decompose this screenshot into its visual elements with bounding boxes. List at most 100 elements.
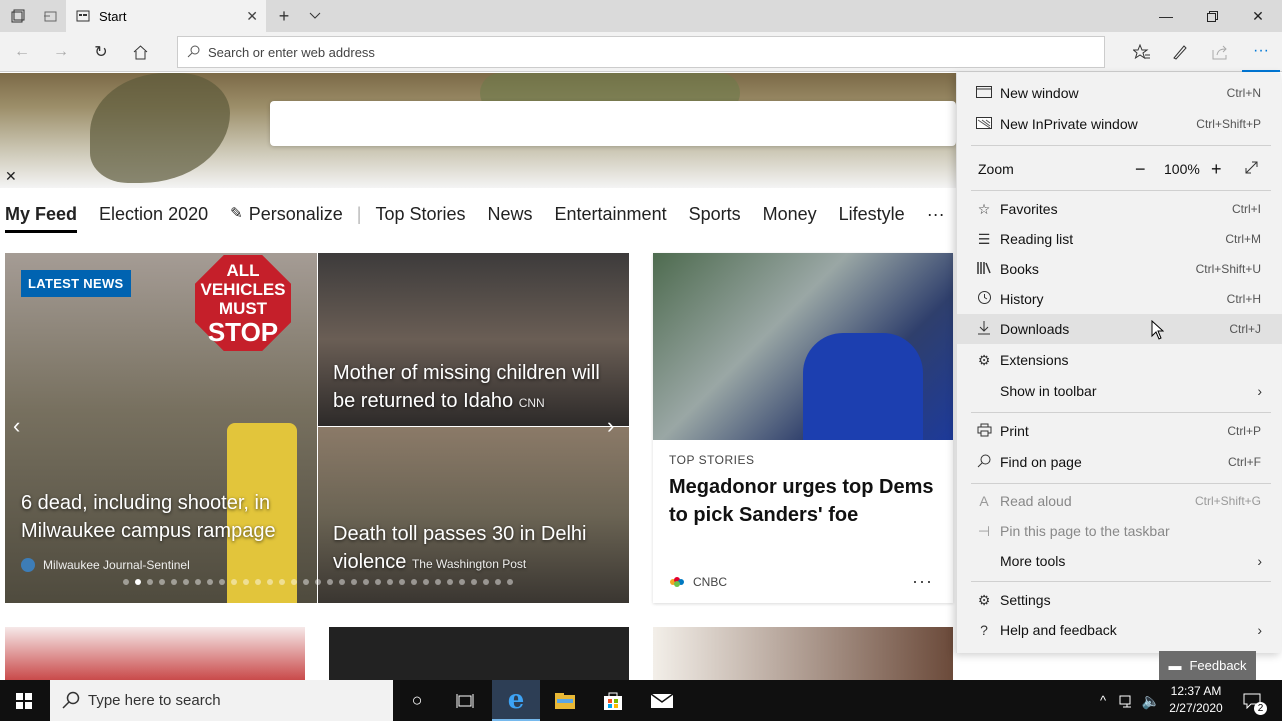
tab-preview-chevron-icon[interactable] — [303, 0, 327, 32]
menu-settings[interactable]: ⚙ Settings — [957, 585, 1282, 615]
bottom-tile-3[interactable] — [653, 627, 953, 680]
menu-help-and-feedback[interactable]: ? Help and feedback › — [957, 615, 1282, 645]
carousel-dot[interactable] — [339, 579, 345, 585]
story-1-title[interactable]: 6 dead, including shooter, in Milwaukee … — [21, 489, 311, 545]
carousel-dot[interactable] — [327, 579, 333, 585]
carousel-dot[interactable] — [495, 579, 501, 585]
tab-top-stories[interactable]: Top Stories — [375, 204, 465, 225]
tab-lifestyle[interactable]: Lifestyle — [839, 204, 905, 225]
carousel-dot[interactable] — [243, 579, 249, 585]
carousel-dot[interactable] — [399, 579, 405, 585]
menu-extensions[interactable]: ⚙ Extensions — [957, 345, 1282, 375]
action-center-icon[interactable]: 2 — [1232, 680, 1272, 721]
network-icon[interactable] — [1115, 680, 1139, 721]
carousel-dot[interactable] — [135, 579, 141, 585]
carousel-dot[interactable] — [447, 579, 453, 585]
minimize-icon[interactable]: — — [1143, 0, 1189, 32]
carousel-dot[interactable] — [255, 579, 261, 585]
volume-icon[interactable]: 🔈 — [1139, 680, 1163, 721]
menu-new-window[interactable]: New window Ctrl+N — [957, 78, 1282, 108]
close-window-icon[interactable]: ✕ — [1235, 0, 1281, 32]
home-icon[interactable] — [122, 32, 158, 72]
menu-history[interactable]: History Ctrl+H — [957, 284, 1282, 314]
tab-more-icon[interactable]: ··· — [927, 204, 945, 225]
menu-find-on-page[interactable]: Find on page Ctrl+F — [957, 447, 1282, 477]
carousel-dot[interactable] — [147, 579, 153, 585]
tab-news[interactable]: News — [488, 204, 533, 225]
carousel-dot[interactable] — [363, 579, 369, 585]
menu-show-in-toolbar[interactable]: Show in toolbar › — [957, 376, 1282, 406]
carousel-dot[interactable] — [435, 579, 441, 585]
tab-election-2020[interactable]: Election 2020 — [99, 204, 208, 225]
tab-money[interactable]: Money — [763, 204, 817, 225]
bottom-tile-2[interactable] — [329, 627, 629, 680]
carousel-dot[interactable] — [471, 579, 477, 585]
carousel-dot[interactable] — [351, 579, 357, 585]
menu-more-tools[interactable]: More tools › — [957, 546, 1282, 576]
tab-entertainment[interactable]: Entertainment — [555, 204, 667, 225]
carousel-dot[interactable] — [315, 579, 321, 585]
carousel-dot[interactable] — [507, 579, 513, 585]
carousel-dot[interactable] — [375, 579, 381, 585]
menu-books[interactable]: Books Ctrl+Shift+U — [957, 254, 1282, 284]
set-tabs-aside-icon[interactable] — [36, 0, 64, 32]
carousel-next-icon[interactable]: › — [607, 413, 614, 439]
share-icon[interactable] — [1202, 32, 1238, 72]
carousel-dot[interactable] — [219, 579, 225, 585]
carousel-dot[interactable] — [159, 579, 165, 585]
carousel-dot[interactable] — [483, 579, 489, 585]
carousel-dot[interactable] — [411, 579, 417, 585]
refresh-icon[interactable]: ↻ — [83, 32, 119, 72]
carousel-dot[interactable] — [231, 579, 237, 585]
cortana-icon[interactable]: ○ — [393, 680, 441, 721]
tab-actions-icon[interactable] — [4, 0, 32, 32]
menu-reading-list[interactable]: ☰ Reading list Ctrl+M — [957, 224, 1282, 254]
restore-icon[interactable] — [1189, 0, 1235, 32]
favorites-star-icon[interactable] — [1123, 32, 1159, 72]
menu-downloads[interactable]: Downloads Ctrl+J — [957, 314, 1282, 344]
carousel-dot[interactable] — [267, 579, 273, 585]
carousel-dot[interactable] — [303, 579, 309, 585]
page-search-box[interactable] — [270, 101, 956, 146]
fullscreen-icon[interactable] — [1245, 161, 1258, 177]
menu-pin-to-taskbar[interactable]: ⊣ Pin this page to the taskbar — [957, 516, 1282, 546]
taskbar-search[interactable]: Type here to search — [50, 680, 393, 721]
menu-print[interactable]: Print Ctrl+P — [957, 416, 1282, 446]
windows-start-icon[interactable] — [0, 680, 48, 721]
carousel-dot[interactable] — [423, 579, 429, 585]
card-title[interactable]: Megadonor urges top Dems to pick Sanders… — [669, 473, 939, 529]
story-2-caption[interactable]: Mother of missing children will be retur… — [333, 359, 623, 417]
carousel-dot[interactable] — [183, 579, 189, 585]
carousel-prev-icon[interactable]: ‹ — [13, 413, 20, 439]
new-tab-icon[interactable]: + — [272, 0, 296, 32]
story-3-caption[interactable]: Death toll passes 30 in Delhi violence T… — [333, 520, 623, 578]
web-note-icon[interactable] — [1162, 32, 1198, 72]
feedback-button[interactable]: ▬ Feedback — [1159, 651, 1256, 680]
tab-personalize[interactable]: Personalize — [249, 204, 343, 225]
tab-my-feed[interactable]: My Feed — [5, 204, 78, 233]
task-view-icon[interactable] — [441, 680, 489, 721]
carousel-story-idaho[interactable]: Mother of missing children will be retur… — [318, 253, 629, 426]
hero-close-icon[interactable]: ✕ — [5, 168, 17, 185]
zoom-in-icon[interactable]: + — [1211, 159, 1222, 180]
menu-new-inprivate[interactable]: New InPrivate window Ctrl+Shift+P — [957, 109, 1282, 139]
carousel-dot[interactable] — [279, 579, 285, 585]
tab-start[interactable]: Start ✕ — [66, 0, 266, 32]
carousel-dot[interactable] — [291, 579, 297, 585]
carousel-dot[interactable] — [171, 579, 177, 585]
carousel-dot[interactable] — [195, 579, 201, 585]
address-bar[interactable]: Search or enter web address — [177, 36, 1105, 68]
edge-taskbar-icon[interactable]: e — [492, 680, 540, 721]
store-icon[interactable] — [589, 680, 637, 721]
carousel-dot[interactable] — [123, 579, 129, 585]
taskbar-clock[interactable]: 12:37 AM 2/27/2020 — [1166, 683, 1226, 717]
tab-sports[interactable]: Sports — [689, 204, 741, 225]
bottom-tile-1[interactable] — [5, 627, 305, 680]
back-icon[interactable]: ← — [4, 32, 40, 72]
carousel-dot[interactable] — [207, 579, 213, 585]
menu-favorites[interactable]: ☆ Favorites Ctrl+I — [957, 194, 1282, 224]
mail-icon[interactable] — [638, 680, 686, 721]
settings-and-more-icon[interactable]: ··· — [1242, 32, 1280, 72]
zoom-out-icon[interactable]: − — [1135, 159, 1146, 180]
tab-close-icon[interactable]: ✕ — [246, 8, 258, 25]
